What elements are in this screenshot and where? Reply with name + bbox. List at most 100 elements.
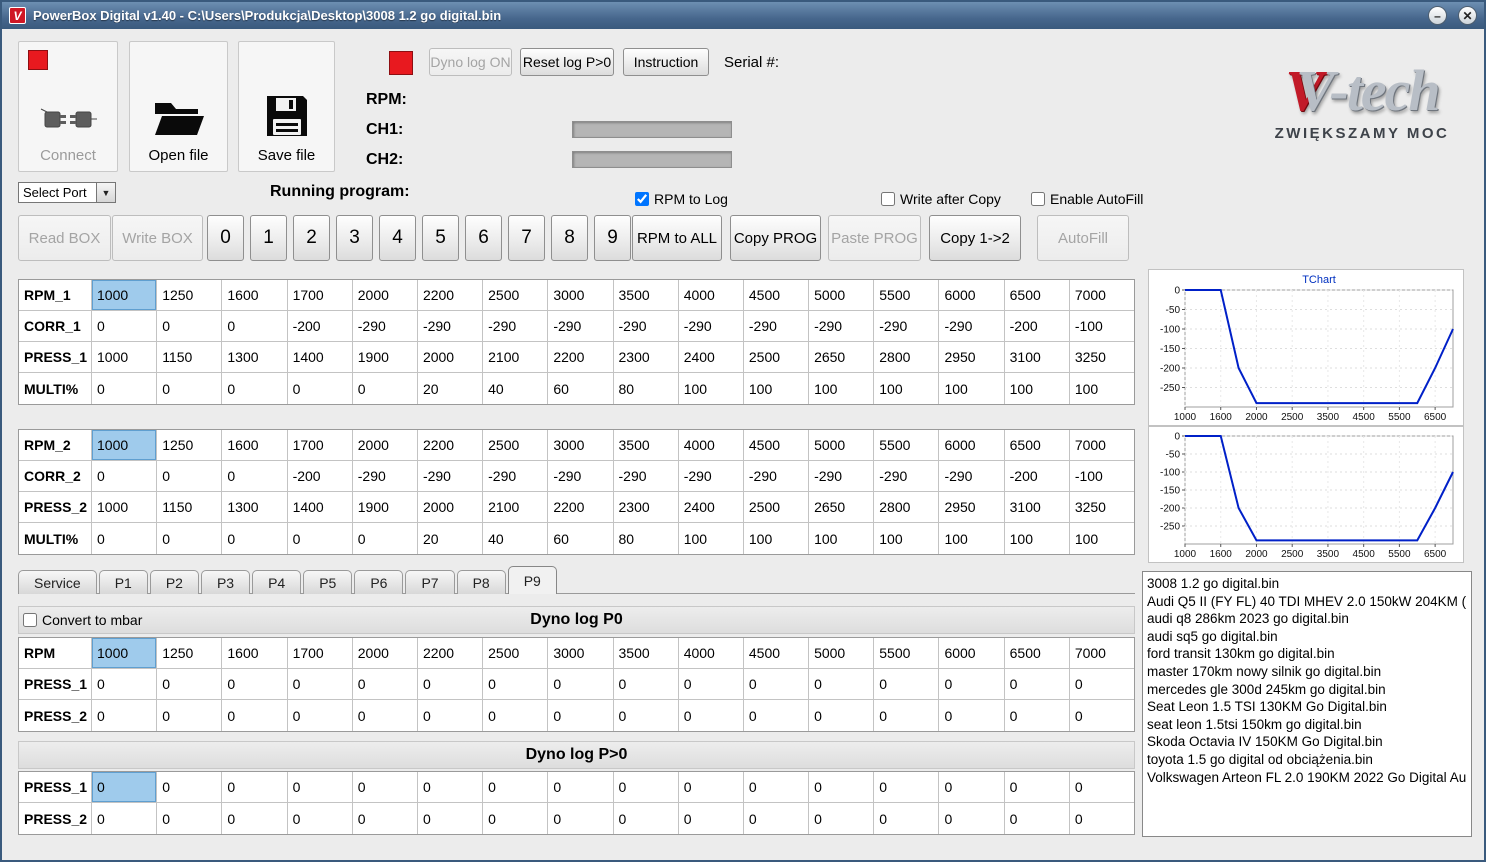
file-list-item[interactable]: 3008 1.2 go digital.bin [1147, 575, 1467, 593]
table-cell[interactable]: -290 [613, 311, 679, 342]
table-cell[interactable]: 2000 [352, 430, 418, 461]
tab-p7[interactable]: P7 [405, 570, 455, 594]
table-cell[interactable]: 2000 [417, 342, 484, 373]
tab-p2[interactable]: P2 [149, 570, 199, 594]
table-cell[interactable]: -200 [287, 461, 353, 492]
table-cell[interactable]: 0 [288, 700, 353, 731]
table-cell[interactable]: -100 [1069, 461, 1134, 492]
file-list[interactable]: 3008 1.2 go digital.bin Audi Q5 II (FY FL… [1142, 571, 1472, 837]
table-cell[interactable]: 1150 [157, 492, 223, 523]
table-cell[interactable]: 0 [483, 700, 549, 731]
table-cell[interactable]: 3100 [1004, 342, 1070, 373]
table-cell[interactable]: 100 [874, 523, 940, 554]
read-box-button[interactable]: Read BOX [18, 215, 111, 261]
digit-button-8[interactable]: 8 [551, 215, 588, 261]
table-cell[interactable]: 1300 [222, 492, 288, 523]
table-cell[interactable]: 0 [483, 803, 549, 834]
table-cell[interactable]: 0 [614, 803, 679, 834]
table-cell[interactable]: 2400 [678, 492, 744, 523]
table-cell[interactable]: 1400 [287, 342, 353, 373]
table-cell[interactable]: 1000 [92, 280, 158, 311]
table-cell[interactable]: 0 [1070, 700, 1134, 731]
table-cell[interactable]: 0 [157, 373, 223, 404]
table-cell[interactable]: 0 [678, 772, 744, 803]
table-cell[interactable]: 3500 [613, 280, 679, 311]
table-cell[interactable]: 6500 [1004, 638, 1070, 669]
table-cell[interactable]: 2650 [809, 342, 875, 373]
tab-p4[interactable]: P4 [252, 570, 302, 594]
file-list-item[interactable]: Seat Leon 1.5 TSI 130KM Go Digital.bin [1147, 698, 1467, 716]
table-cell[interactable]: -100 [1069, 311, 1134, 342]
table-cell[interactable]: 1000 [92, 430, 158, 461]
table-cell[interactable]: 100 [1005, 523, 1070, 554]
table-cell[interactable]: 0 [1070, 803, 1134, 834]
table-cell[interactable]: -290 [678, 311, 744, 342]
connect-button[interactable]: Connect [18, 41, 118, 172]
table-cell[interactable]: 100 [679, 523, 744, 554]
table-cell[interactable]: 0 [222, 373, 288, 404]
table-cell[interactable]: 7000 [1069, 280, 1134, 311]
table-cell[interactable]: 6000 [939, 280, 1005, 311]
table-cell[interactable]: 0 [679, 803, 744, 834]
table-cell[interactable]: 3000 [548, 280, 614, 311]
table-cell[interactable]: 1700 [287, 638, 353, 669]
table-cell[interactable]: -290 [352, 461, 418, 492]
table-cell[interactable]: 3000 [548, 638, 614, 669]
table-cell[interactable]: 0 [613, 669, 679, 700]
table-cell[interactable]: 1000 [92, 492, 158, 523]
table-cell[interactable]: 5000 [809, 280, 875, 311]
table-cell[interactable]: -200 [287, 311, 353, 342]
table-cell[interactable]: 100 [679, 373, 744, 404]
copy-prog-button[interactable]: Copy PROG [730, 215, 821, 261]
table-cell[interactable]: -290 [417, 461, 484, 492]
digit-button-7[interactable]: 7 [508, 215, 545, 261]
table-cell[interactable]: -290 [483, 461, 549, 492]
rpm-to-all-button[interactable]: RPM to ALL [632, 215, 722, 261]
table-cell[interactable]: 1900 [352, 342, 418, 373]
table-cell[interactable]: 0 [614, 700, 679, 731]
table-cell[interactable]: 0 [809, 803, 875, 834]
table-cell[interactable]: 5500 [874, 280, 940, 311]
table-cell[interactable]: 0 [287, 772, 353, 803]
table-cell[interactable]: 0 [874, 772, 940, 803]
table-cell[interactable]: 0 [288, 523, 353, 554]
table-cell[interactable]: 0 [809, 700, 875, 731]
table-cell[interactable]: 0 [417, 669, 484, 700]
table-cell[interactable]: 5500 [874, 638, 940, 669]
dropdown-arrow-icon[interactable]: ▼ [96, 183, 115, 202]
table-cell[interactable]: 4500 [743, 430, 810, 461]
table-cell[interactable]: 1600 [222, 638, 288, 669]
table-cell[interactable]: 3100 [1004, 492, 1070, 523]
table-cell[interactable]: -200 [1004, 461, 1070, 492]
table-cell[interactable]: 3000 [548, 430, 614, 461]
table-cell[interactable]: 1250 [157, 638, 223, 669]
digit-button-4[interactable]: 4 [379, 215, 416, 261]
digit-button-1[interactable]: 1 [250, 215, 287, 261]
table-cell[interactable]: -290 [939, 461, 1005, 492]
instruction-button[interactable]: Instruction [623, 48, 709, 76]
table-cell[interactable]: 0 [548, 772, 614, 803]
table-cell[interactable]: 1000 [92, 342, 158, 373]
table-cell[interactable]: 1600 [222, 430, 288, 461]
table-cell[interactable]: 0 [483, 772, 549, 803]
table-cell[interactable]: 0 [157, 311, 223, 342]
table-cell[interactable]: 0 [353, 700, 418, 731]
table-cell[interactable]: 0 [939, 700, 1005, 731]
file-list-item[interactable]: audi sq5 go digital.bin [1147, 628, 1467, 646]
file-list-item[interactable]: Skoda Octavia IV 150KM Go Digital.bin [1147, 733, 1467, 751]
table-cell[interactable]: 5000 [809, 430, 875, 461]
table-cell[interactable]: 5500 [874, 430, 940, 461]
table-cell[interactable]: 100 [874, 373, 940, 404]
file-list-item[interactable]: ford transit 130km go digital.bin [1147, 645, 1467, 663]
table-cell[interactable]: -200 [1004, 311, 1070, 342]
tab-p8[interactable]: P8 [456, 570, 506, 594]
table-cell[interactable]: 1300 [222, 342, 288, 373]
table-cell[interactable]: 0 [613, 772, 679, 803]
digit-button-5[interactable]: 5 [422, 215, 459, 261]
digit-button-2[interactable]: 2 [293, 215, 330, 261]
table-cell[interactable]: 0 [222, 700, 288, 731]
autofill-button[interactable]: AutoFill [1037, 215, 1129, 261]
table-cell[interactable]: 6500 [1004, 430, 1070, 461]
table-cell[interactable]: 3500 [613, 430, 679, 461]
table-cell[interactable]: 100 [744, 373, 810, 404]
